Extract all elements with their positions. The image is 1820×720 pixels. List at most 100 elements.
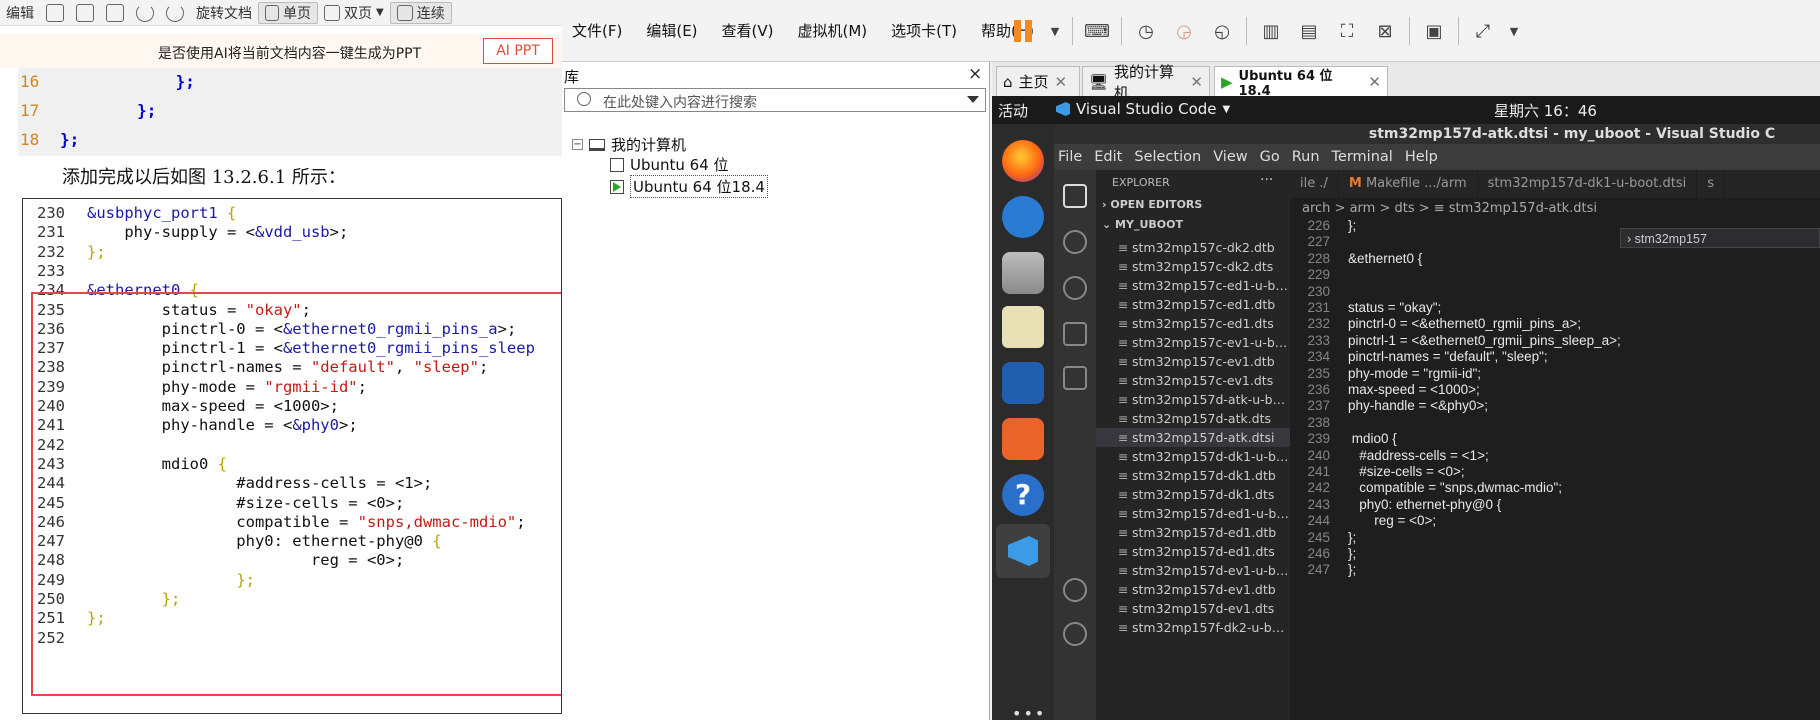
send-keys-button[interactable]: ⌨ (1083, 17, 1111, 45)
file-item[interactable]: stm32mp157d-ev1-u-boot.dtsi (1096, 561, 1290, 580)
guest-screen[interactable]: 活动 Visual Studio Code ▼ 星期六 16：46 ? ••• … (992, 96, 1820, 720)
menu-item[interactable]: Run (1292, 149, 1320, 165)
library-search-input[interactable]: 在此处键入内容进行搜索 (564, 88, 986, 112)
file-item[interactable]: stm32mp157d-dk1.dts (1096, 485, 1290, 504)
snapshot-manager-button[interactable]: ◵ (1208, 17, 1236, 45)
activities-button[interactable]: 活动 (998, 100, 1028, 121)
file-item[interactable]: stm32mp157d-ed1.dts (1096, 542, 1290, 561)
open-editors-section[interactable]: › OPEN EDITORS (1102, 198, 1202, 211)
menu-item[interactable]: Terminal (1332, 149, 1393, 165)
edit-button[interactable]: 编辑 (0, 0, 40, 26)
account-icon[interactable] (1063, 578, 1087, 602)
code-editor[interactable]: 247}; 246}; 245}; 244 reg = <0>; 243 phy0: e… (1290, 220, 1820, 720)
close-icon[interactable]: ✕ (1055, 73, 1068, 91)
help-icon[interactable]: ? (1002, 474, 1044, 516)
breadcrumb[interactable]: arch > arm > dts > ≡ stm32mp157d-atk.dts… (1290, 198, 1820, 220)
run-debug-icon[interactable] (1063, 322, 1087, 346)
close-icon[interactable]: ✕ (1190, 73, 1203, 91)
file-item[interactable]: stm32mp157c-ed1.dts (1096, 314, 1290, 333)
rotate-right-button[interactable] (160, 0, 190, 26)
fit-width-button[interactable] (100, 0, 130, 26)
pause-dropdown[interactable]: ▼ (1048, 17, 1062, 45)
file-item[interactable]: stm32mp157d-atk-u-boot.dtsi (1096, 390, 1290, 409)
tree-item-ubuntu-18[interactable]: Ubuntu 64 位18.4 (610, 175, 768, 198)
continuous-button[interactable]: 连续 (389, 1, 452, 24)
revert-snapshot-button[interactable]: ◶ (1170, 17, 1198, 45)
close-icon[interactable]: ✕ (1368, 73, 1381, 91)
menu-item[interactable]: 查看(V) (722, 20, 774, 41)
file-item[interactable]: stm32mp157d-atk.dts (1096, 409, 1290, 428)
file-item[interactable]: stm32mp157c-ev1.dtb (1096, 352, 1290, 371)
editor-tab[interactable]: M Makefile .../arm (1339, 170, 1478, 198)
snapshot-button[interactable]: ◷ (1132, 17, 1160, 45)
editor-tab[interactable]: ile ./ (1290, 170, 1339, 198)
unity-button[interactable]: ⊠ (1371, 17, 1399, 45)
tab-home[interactable]: ⌂ 主页 ✕ (996, 66, 1080, 96)
vscode-dock-item[interactable] (996, 524, 1050, 578)
tree-item-ubuntu[interactable]: Ubuntu 64 位 (610, 154, 729, 175)
menu-item[interactable]: Help (1405, 149, 1438, 165)
source-control-icon[interactable] (1063, 276, 1087, 300)
double-page-button[interactable]: 双页 ▼ (318, 0, 390, 26)
search-dropdown-icon[interactable] (967, 96, 979, 103)
menu-item[interactable]: File (1058, 149, 1082, 165)
console-button[interactable]: ▣ (1420, 17, 1448, 45)
file-item[interactable]: stm32mp157d-ed1-u-boot.dtsi (1096, 504, 1290, 523)
software-center-icon[interactable] (1002, 418, 1044, 460)
tree-item-my-computer[interactable]: − 我的计算机 (572, 134, 686, 155)
collapse-icon[interactable]: − (572, 139, 583, 150)
menu-item[interactable]: 文件(F) (572, 20, 622, 41)
stretch-dropdown[interactable]: ▼ (1507, 17, 1521, 45)
file-item[interactable]: stm32mp157d-ed1.dtb (1096, 523, 1290, 542)
file-item[interactable]: stm32mp157d-atk.dtsi (1096, 428, 1290, 447)
menu-item[interactable]: View (1213, 149, 1247, 165)
file-item[interactable]: stm32mp157c-ev1-u-boot.dtsi (1096, 333, 1290, 352)
file-item[interactable]: stm32mp157c-ev1.dts (1096, 371, 1290, 390)
tab-my-computer[interactable]: 🖥 我的计算机 ✕ (1082, 63, 1210, 102)
single-page-button[interactable]: 单页 (258, 1, 318, 24)
file-item[interactable]: stm32mp157c-ed1-u-boot.dtsi (1096, 276, 1290, 295)
explorer-icon[interactable] (1063, 184, 1087, 208)
menu-item[interactable]: Selection (1134, 149, 1201, 165)
rotate-left-button[interactable] (130, 0, 160, 26)
menu-item[interactable]: 编辑(E) (646, 20, 697, 41)
more-actions-icon[interactable]: ··· (1260, 172, 1273, 188)
rhythmbox-icon[interactable] (1002, 306, 1044, 348)
pause-button[interactable] (1010, 17, 1038, 45)
search-icon[interactable] (1063, 230, 1087, 254)
menu-item[interactable]: Go (1260, 149, 1280, 165)
editor-tab[interactable]: s (1697, 170, 1725, 198)
file-item[interactable]: stm32mp157f-dk2-u-boot.dtsi (1096, 618, 1290, 637)
settings-gear-icon[interactable] (1063, 622, 1087, 646)
file-item[interactable]: stm32mp157c-dk2.dtb (1096, 238, 1290, 257)
file-item[interactable]: stm32mp157c-dk2.dts (1096, 257, 1290, 276)
menu-item[interactable]: Edit (1094, 149, 1122, 165)
file-item[interactable]: stm32mp157d-ev1.dts (1096, 599, 1290, 618)
writer-icon[interactable] (1002, 362, 1044, 404)
actual-size-button[interactable] (70, 0, 100, 26)
fit-page-button[interactable] (40, 0, 70, 26)
library-close-button[interactable]: × (968, 64, 982, 84)
ai-ppt-button[interactable]: AI PPT (483, 38, 553, 64)
rotate-doc-button[interactable]: 旋转文档 (190, 0, 258, 26)
app-menu[interactable]: Visual Studio Code ▼ (1056, 100, 1230, 118)
clock[interactable]: 星期六 16：46 (1494, 100, 1597, 121)
menu-item[interactable]: 虚拟机(M) (798, 20, 868, 41)
show-apps-icon[interactable]: ••• (1012, 704, 1046, 720)
tab-ubuntu-18[interactable]: ▶ Ubuntu 64 位18.4 ✕ (1214, 66, 1388, 99)
file-item[interactable]: stm32mp157c-ed1.dtb (1096, 295, 1290, 314)
menu-item[interactable]: 选项卡(T) (891, 20, 957, 41)
fullscreen-button[interactable]: ⛶ (1333, 17, 1361, 45)
extensions-icon[interactable] (1063, 366, 1087, 390)
outline-popup[interactable]: › stm32mp157 (1620, 228, 1820, 248)
thunderbird-icon[interactable] (1002, 196, 1044, 238)
files-icon[interactable] (1002, 252, 1044, 294)
stretch-button[interactable]: ⤢ (1469, 17, 1497, 45)
library-toggle-button[interactable]: ▥ (1257, 17, 1285, 45)
thumbnail-button[interactable]: ▤ (1295, 17, 1323, 45)
project-section[interactable]: ⌄ MY_UBOOT (1102, 218, 1183, 231)
file-item[interactable]: stm32mp157d-dk1-u-boot.dtsi (1096, 447, 1290, 466)
file-item[interactable]: stm32mp157d-ev1.dtb (1096, 580, 1290, 599)
editor-tab[interactable]: stm32mp157d-dk1-u-boot.dtsi (1478, 170, 1698, 198)
file-item[interactable]: stm32mp157d-dk1.dtb (1096, 466, 1290, 485)
